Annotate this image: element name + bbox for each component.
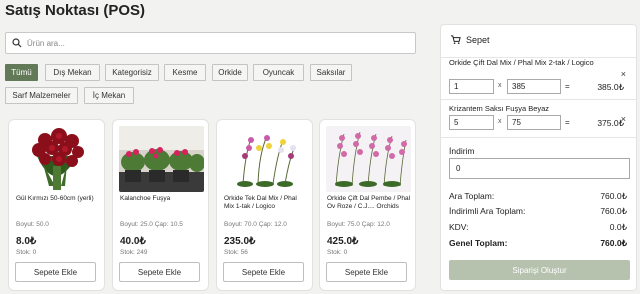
filter-chip-cut[interactable]: Kesme xyxy=(164,64,206,81)
add-to-cart-button[interactable]: Sepete Ekle xyxy=(119,262,200,282)
discount-label: İndirim xyxy=(449,146,475,156)
product-stock: Stok: 0 xyxy=(16,249,37,256)
remove-item-icon[interactable]: × xyxy=(621,69,626,79)
discounted-subtotal-value: 760.0₺ xyxy=(600,206,627,216)
unit-price-input[interactable]: 385 xyxy=(507,79,561,94)
vat-value: 0.0₺ xyxy=(609,222,627,232)
line-total: 385.0₺ xyxy=(597,82,624,92)
discount-input[interactable]: 0 xyxy=(449,158,630,179)
divider xyxy=(441,99,636,100)
product-image xyxy=(326,126,411,192)
cart-title: Sepet xyxy=(466,34,490,45)
filter-chip-toy[interactable]: Oyuncak xyxy=(253,64,304,81)
multiply-sign: x xyxy=(498,118,502,125)
quantity-input[interactable]: 5 xyxy=(449,115,494,130)
product-price: 425.0₺ xyxy=(327,236,359,247)
filter-chip-supplies[interactable]: Sarf Malzemeler xyxy=(5,87,78,104)
grand-total-label: Genel Toplam: xyxy=(449,238,508,248)
filter-chip-indoor[interactable]: İç Mekan xyxy=(84,87,134,104)
line-total: 375.0₺ xyxy=(597,118,624,128)
subtotal-value: 760.0₺ xyxy=(600,191,627,201)
grand-total-value: 760.0₺ xyxy=(600,238,627,248)
product-card: Kalanchoe Fuşya Boyut: 25.0 Çap: 10.5 40… xyxy=(112,119,209,291)
filter-chip-pots[interactable]: Saksılar xyxy=(310,64,352,81)
product-card: Orkide Tek Dal Mix / Phal Mix 1-tak / Lo… xyxy=(216,119,313,291)
product-name: Gül Kırmızı 50-60cm (yerli) xyxy=(16,195,94,202)
discounted-subtotal-label: İndirimli Ara Toplam: xyxy=(449,206,526,216)
product-meta: Boyut: 75.0 Çap: 12.0 xyxy=(327,221,390,228)
cart-header: Sepet xyxy=(450,34,490,45)
product-card: Orkide Çift Dal Pembe / Phal Ov Roze / C… xyxy=(319,119,416,291)
divider xyxy=(441,137,636,138)
product-stock: Stok: 0 xyxy=(327,249,348,256)
search-box[interactable] xyxy=(5,32,416,54)
add-to-cart-button[interactable]: Sepete Ekle xyxy=(15,262,96,282)
search-icon xyxy=(12,38,22,48)
product-meta: Boyut: 25.0 Çap: 10.5 xyxy=(120,221,183,228)
product-image xyxy=(15,126,100,192)
product-card: Gül Kırmızı 50-60cm (yerli) Boyut: 50.0 … xyxy=(8,119,105,291)
search-input[interactable] xyxy=(27,38,407,48)
unit-price-input[interactable]: 75 xyxy=(507,115,561,130)
filter-chip-all[interactable]: Tümü xyxy=(5,64,38,81)
product-image xyxy=(119,126,204,192)
subtotal-label: Ara Toplam: xyxy=(449,191,495,201)
multiply-sign: x xyxy=(498,82,502,89)
product-price: 8.0₺ xyxy=(16,236,37,247)
vat-label: KDV: xyxy=(449,222,469,232)
product-name: Orkide Çift Dal Pembe / Phal Ov Roze / C… xyxy=(327,195,411,210)
product-image xyxy=(223,126,308,192)
product-meta: Boyut: 50.0 xyxy=(16,221,49,228)
equals-sign: = xyxy=(565,118,570,127)
product-price: 235.0₺ xyxy=(224,236,256,247)
create-order-button[interactable]: Siparişi Oluştur xyxy=(449,260,630,280)
cart-item-name: Orkide Çift Dal Mix / Phal Mix 2-tak / L… xyxy=(449,58,594,67)
product-meta: Boyut: 70.0 Çap: 12.0 xyxy=(224,221,287,228)
filter-chip-outdoor[interactable]: Dış Mekan xyxy=(45,64,100,81)
page-title: Satış Noktası (POS) xyxy=(5,2,146,19)
product-price: 40.0₺ xyxy=(120,236,146,247)
quantity-input[interactable]: 1 xyxy=(449,79,494,94)
add-to-cart-button[interactable]: Sepete Ekle xyxy=(326,262,407,282)
filter-chip-orchid[interactable]: Orkide xyxy=(212,64,248,81)
filter-chip-uncategorized[interactable]: Kategorisiz xyxy=(105,64,159,81)
equals-sign: = xyxy=(565,82,570,91)
product-stock: Stok: 56 xyxy=(224,249,248,256)
cart-item-name: Krizantem Saksı Fuşya Beyaz xyxy=(449,104,550,113)
product-name: Kalanchoe Fuşya xyxy=(120,195,171,202)
add-to-cart-button[interactable]: Sepete Ekle xyxy=(223,262,304,282)
product-stock: Stok: 249 xyxy=(120,249,148,256)
cart-icon xyxy=(450,35,461,44)
cart-panel: Sepet Orkide Çift Dal Mix / Phal Mix 2-t… xyxy=(440,24,637,291)
product-name: Orkide Tek Dal Mix / Phal Mix 1-tak / Lo… xyxy=(224,195,297,210)
